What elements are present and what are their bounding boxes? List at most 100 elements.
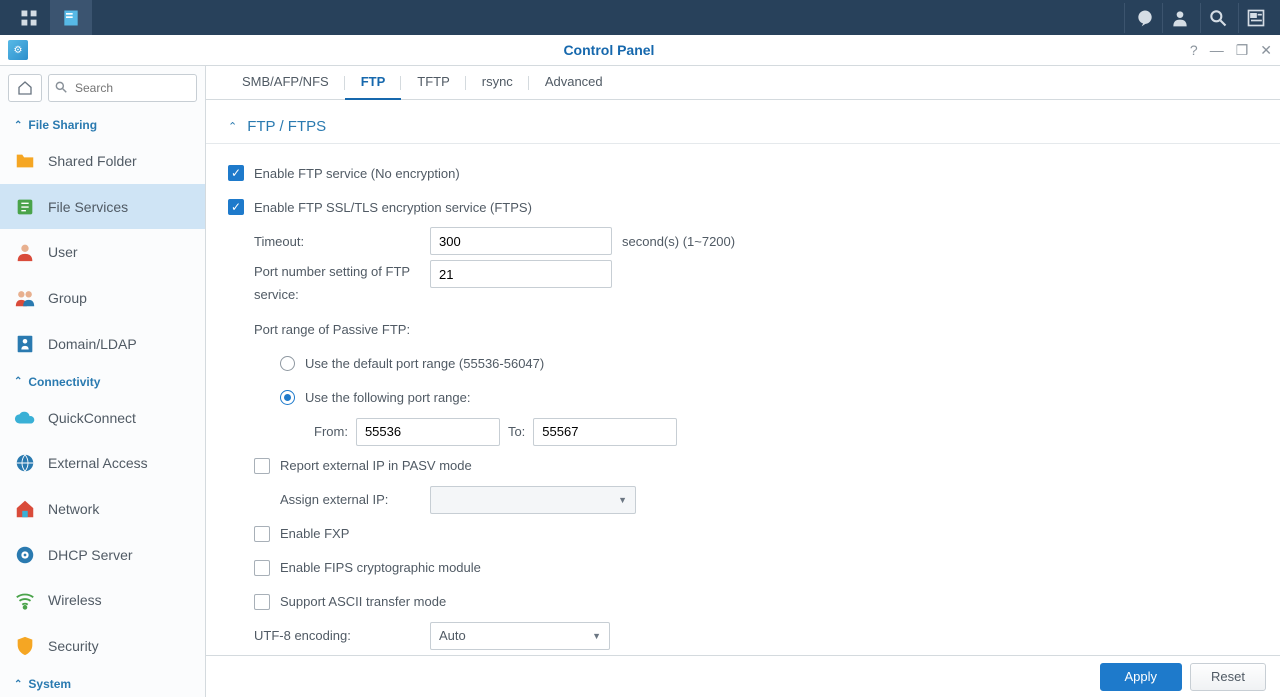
- label-to: To:: [508, 424, 525, 439]
- label-from: From:: [314, 424, 348, 439]
- search-icon[interactable]: [1200, 3, 1234, 33]
- help-icon[interactable]: ?: [1190, 42, 1198, 59]
- radio-custom-range[interactable]: [280, 390, 295, 405]
- sidebar-item-external-access[interactable]: External Access: [0, 440, 205, 486]
- checkbox-support-ascii[interactable]: [254, 594, 270, 610]
- label-radio-default: Use the default port range (55536-56047): [305, 356, 544, 371]
- chat-icon[interactable]: [1124, 3, 1158, 33]
- sidebar-item-security[interactable]: Security: [0, 623, 205, 669]
- checkbox-report-external-ip[interactable]: [254, 458, 270, 474]
- close-icon[interactable]: ✕: [1260, 42, 1272, 59]
- sidebar-item-label: Domain/LDAP: [48, 336, 137, 352]
- chevron-up-icon: ⌃: [14, 376, 22, 387]
- label-passive-range: Port range of Passive FTP:: [254, 322, 410, 337]
- select-assign-ip[interactable]: ▼: [430, 486, 636, 514]
- checkbox-enable-fips[interactable]: [254, 560, 270, 576]
- checkbox-enable-fxp[interactable]: [254, 526, 270, 542]
- user-icon: [14, 241, 36, 263]
- label-enable-ftps: Enable FTP SSL/TLS encryption service (F…: [254, 200, 532, 215]
- radio-default-range[interactable]: [280, 356, 295, 371]
- chevron-up-icon: ⌃: [14, 120, 22, 131]
- chevron-up-icon: ⌃: [14, 679, 22, 690]
- tab-smb-afp-nfs[interactable]: SMB/AFP/NFS: [226, 66, 345, 99]
- chevron-down-icon: ▼: [592, 631, 601, 641]
- checkbox-enable-ftps[interactable]: [228, 199, 244, 215]
- dhcp-icon: [14, 544, 36, 566]
- sidebar-item-network[interactable]: Network: [0, 486, 205, 532]
- sidebar-item-label: Wireless: [48, 592, 102, 608]
- sidebar-section-file-sharing[interactable]: ⌃File Sharing: [0, 110, 205, 138]
- main-menu-button[interactable]: [8, 0, 50, 35]
- sidebar-item-label: Security: [48, 638, 99, 654]
- chevron-up-icon: ⌃: [228, 120, 237, 133]
- file-services-icon: [14, 196, 36, 218]
- sidebar-item-user[interactable]: User: [0, 229, 205, 275]
- tab-tftp[interactable]: TFTP: [401, 66, 466, 99]
- wifi-icon: [14, 589, 36, 611]
- footer: Apply Reset: [206, 655, 1280, 697]
- home-button[interactable]: [8, 74, 42, 102]
- input-to[interactable]: [533, 418, 677, 446]
- section-title: FTP / FTPS: [247, 118, 326, 135]
- sidebar-item-domain-ldap[interactable]: Domain/LDAP: [0, 321, 205, 367]
- label-assign-ip: Assign external IP:: [280, 492, 430, 507]
- label-enable-fxp: Enable FXP: [280, 526, 349, 541]
- sidebar-item-label: Network: [48, 501, 99, 517]
- window-title: Control Panel: [28, 42, 1190, 58]
- tab-rsync[interactable]: rsync: [466, 66, 529, 99]
- sidebar-item-label: External Access: [48, 455, 148, 471]
- sidebar: ⌃File Sharing Shared Folder File Service…: [0, 66, 206, 697]
- window-titlebar: ⚙ Control Panel ? — ❐ ✕: [0, 35, 1280, 66]
- sidebar-item-label: Shared Folder: [48, 153, 137, 169]
- apply-button[interactable]: Apply: [1100, 663, 1183, 691]
- sidebar-item-shared-folder[interactable]: Shared Folder: [0, 138, 205, 184]
- label-timeout: Timeout:: [254, 234, 430, 249]
- sidebar-item-label: Group: [48, 290, 87, 306]
- minimize-icon[interactable]: —: [1210, 42, 1224, 59]
- sidebar-item-file-services[interactable]: File Services: [0, 184, 205, 230]
- directory-icon: [14, 333, 36, 355]
- folder-icon: [14, 150, 36, 172]
- sidebar-item-label: User: [48, 244, 78, 260]
- chevron-down-icon: ▼: [618, 495, 627, 505]
- sidebar-item-label: File Services: [48, 199, 128, 215]
- sidebar-section-connectivity[interactable]: ⌃Connectivity: [0, 367, 205, 395]
- system-taskbar: [0, 0, 1280, 35]
- checkbox-enable-ftp[interactable]: [228, 165, 244, 181]
- label-report-external: Report external IP in PASV mode: [280, 458, 472, 473]
- sidebar-item-group[interactable]: Group: [0, 275, 205, 321]
- network-icon: [14, 498, 36, 520]
- sidebar-item-dhcp-server[interactable]: DHCP Server: [0, 532, 205, 578]
- reset-button[interactable]: Reset: [1190, 663, 1266, 691]
- tab-advanced[interactable]: Advanced: [529, 66, 619, 99]
- control-panel-icon: ⚙: [8, 40, 28, 60]
- shield-icon: [14, 635, 36, 657]
- tab-ftp[interactable]: FTP: [345, 66, 402, 99]
- sidebar-item-wireless[interactable]: Wireless: [0, 578, 205, 624]
- control-panel-task-button[interactable]: [50, 0, 92, 35]
- search-input[interactable]: [48, 74, 197, 102]
- group-icon: [14, 287, 36, 309]
- sidebar-section-system[interactable]: ⌃System: [0, 669, 205, 697]
- content-area: SMB/AFP/NFS FTP TFTP rsync Advanced ⌃ FT…: [206, 66, 1280, 697]
- select-utf8[interactable]: Auto ▼: [430, 622, 610, 650]
- widgets-icon[interactable]: [1238, 3, 1272, 33]
- input-from[interactable]: [356, 418, 500, 446]
- maximize-icon[interactable]: ❐: [1236, 42, 1249, 59]
- cloud-icon: [14, 407, 36, 429]
- sidebar-item-label: DHCP Server: [48, 547, 133, 563]
- globe-icon: [14, 452, 36, 474]
- section-ftp-ftps[interactable]: ⌃ FTP / FTPS: [206, 104, 1280, 144]
- label-utf8: UTF-8 encoding:: [254, 628, 430, 643]
- input-port[interactable]: [430, 260, 612, 288]
- label-port: Port number setting of FTP service:: [254, 260, 430, 307]
- select-value: Auto: [439, 628, 466, 643]
- input-timeout[interactable]: [430, 227, 612, 255]
- label-radio-custom: Use the following port range:: [305, 390, 470, 405]
- user-icon[interactable]: [1162, 3, 1196, 33]
- label-support-ascii: Support ASCII transfer mode: [280, 594, 446, 609]
- hint-timeout: second(s) (1~7200): [622, 234, 735, 249]
- sidebar-item-quickconnect[interactable]: QuickConnect: [0, 395, 205, 441]
- sidebar-item-label: QuickConnect: [48, 410, 136, 426]
- tab-bar: SMB/AFP/NFS FTP TFTP rsync Advanced: [206, 66, 1280, 100]
